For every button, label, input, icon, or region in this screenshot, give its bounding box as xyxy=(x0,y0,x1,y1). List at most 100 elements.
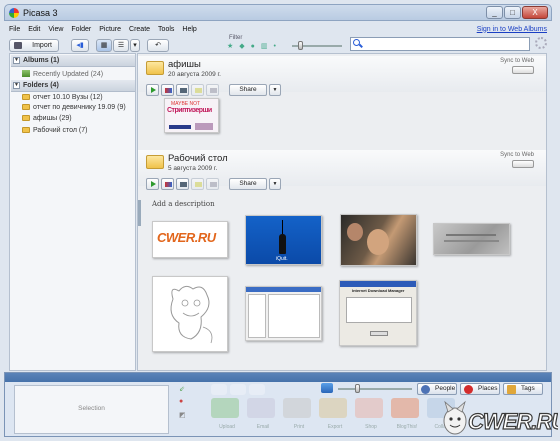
collage-button[interactable] xyxy=(161,178,174,190)
folder-action-bar: Share ▼ xyxy=(146,84,281,96)
grid-view-icon: ▦ xyxy=(100,42,108,49)
film-icon xyxy=(180,182,187,187)
sign-in-link[interactable]: Sign in to Web Albums xyxy=(477,26,547,33)
maximize-button[interactable]: □ xyxy=(504,6,521,19)
poster-image xyxy=(195,123,213,130)
action-labels: Upload Email Print Export Shop BlogThis!… xyxy=(213,424,457,430)
back-button[interactable]: ↶ xyxy=(147,39,169,52)
menu-help[interactable]: Help xyxy=(182,26,196,33)
menu-file[interactable]: File xyxy=(9,26,20,33)
people-filter-icon[interactable]: ● xyxy=(251,43,255,50)
collage-button[interactable] xyxy=(161,84,174,96)
video-filter-icon[interactable]: ◆ xyxy=(239,42,244,50)
menu-folder[interactable]: Folder xyxy=(71,26,91,33)
photo-thumbnail[interactable]: MAYBE NOT Стриптизерши xyxy=(164,98,219,133)
email-button[interactable] xyxy=(247,398,275,418)
play-slideshow-button[interactable] xyxy=(146,178,159,190)
photo-thumbnail[interactable]: CWER.RU xyxy=(152,221,228,258)
save-button[interactable] xyxy=(206,178,219,190)
star-button[interactable] xyxy=(191,178,204,190)
photo-thumbnail[interactable] xyxy=(245,286,322,341)
sidebar-folder-item[interactable]: афишы (29) xyxy=(22,115,72,122)
hold-icon[interactable]: ⇙ xyxy=(179,385,185,393)
clear-selection-icon[interactable]: ● xyxy=(179,398,183,405)
search-box[interactable] xyxy=(350,37,530,51)
collapse-toggle-icon[interactable]: ▼ xyxy=(13,82,20,89)
selection-label: Selection xyxy=(78,405,105,412)
filter-slider-thumb[interactable] xyxy=(297,41,303,50)
sync-to-web-label: Sync to Web xyxy=(500,58,534,64)
window-titlebar-graphic xyxy=(246,287,321,292)
blogthis-label: BlogThis! xyxy=(396,424,418,430)
tag-selection-icon[interactable]: ◩ xyxy=(179,411,186,419)
menu-view[interactable]: View xyxy=(48,26,63,33)
photo-thumbnail[interactable] xyxy=(433,223,510,255)
chevron-down-icon: ▾ xyxy=(133,42,137,49)
menu-tools[interactable]: Tools xyxy=(158,26,174,33)
collapse-toggle-icon[interactable]: ▼ xyxy=(13,57,20,64)
shop-button[interactable] xyxy=(355,398,383,418)
blogthis-button[interactable] xyxy=(391,398,419,418)
sidebar-item-recently-updated[interactable]: Recently Updated (24) xyxy=(22,70,103,78)
sidebar-item-label: Рабочий стол (7) xyxy=(33,127,88,134)
star-button[interactable] xyxy=(191,84,204,96)
movie-button[interactable] xyxy=(176,178,189,190)
collage-icon xyxy=(165,88,172,93)
export-button[interactable] xyxy=(319,398,347,418)
share-button[interactable]: Share xyxy=(229,178,267,190)
view-grid-button[interactable]: ▦ xyxy=(96,39,112,52)
search-input[interactable] xyxy=(365,39,525,49)
paper-text-line xyxy=(444,240,499,242)
star-filter-icon[interactable]: ★ xyxy=(227,42,233,50)
add-description-field[interactable]: Add a description xyxy=(152,200,215,208)
sync-toggle[interactable] xyxy=(512,66,534,74)
dialog-title-text: Internet Download Manager xyxy=(352,288,405,293)
share-button[interactable]: Share xyxy=(229,84,267,96)
rotate-left-button[interactable] xyxy=(230,384,246,395)
close-button[interactable]: X xyxy=(522,6,548,19)
zoom-slider-thumb[interactable] xyxy=(354,384,360,393)
share-dropdown-button[interactable]: ▼ xyxy=(269,84,281,96)
photo-thumbnail[interactable] xyxy=(340,214,417,266)
folder-name[interactable]: Рабочий стол xyxy=(168,153,228,164)
upload-button[interactable] xyxy=(211,398,239,418)
menu-create[interactable]: Create xyxy=(129,26,150,33)
poster-logo-strip xyxy=(169,125,191,129)
menu-edit[interactable]: Edit xyxy=(28,26,40,33)
minimize-button[interactable]: _ xyxy=(486,6,503,19)
movie-button[interactable] xyxy=(176,84,189,96)
folder-date: 20 августа 2009 г. xyxy=(168,71,221,78)
view-dropdown-button[interactable]: ▾ xyxy=(130,39,140,52)
splitter-handle[interactable] xyxy=(138,200,141,226)
albums-header[interactable]: ▼ Albums (1) xyxy=(11,55,135,67)
zoom-slider-track[interactable] xyxy=(338,388,412,390)
sidebar-folder-item[interactable]: отчет по девичнику 19.09 (9) xyxy=(22,104,126,111)
rotate-right-button[interactable] xyxy=(249,384,265,395)
geotag-filter-icon[interactable]: • xyxy=(274,43,276,50)
sidebar-folder-item[interactable]: Рабочий стол (7) xyxy=(22,127,87,134)
people-icon xyxy=(421,385,430,394)
share-dropdown-button[interactable]: ▼ xyxy=(269,178,281,190)
menu-bar: File Edit View Folder Picture Create Too… xyxy=(9,23,547,35)
view-list-button[interactable]: ☰ xyxy=(113,39,129,52)
menu-picture[interactable]: Picture xyxy=(99,26,121,33)
print-button[interactable] xyxy=(283,398,311,418)
folder-name[interactable]: афишы xyxy=(168,59,201,70)
upload-toolbar-button[interactable]: ◂▮ xyxy=(71,39,89,52)
sync-toggle[interactable] xyxy=(512,160,534,168)
photo-thumbnail[interactable]: Internet Download Manager xyxy=(339,280,417,346)
flag-button[interactable] xyxy=(211,384,227,395)
places-label: Places xyxy=(478,385,498,392)
poster-title: Стриптизерши xyxy=(167,107,212,114)
save-button[interactable] xyxy=(206,84,219,96)
people-label: People xyxy=(435,385,456,392)
title-bar: Picasa 3 _ □ X xyxy=(4,4,552,21)
photo-thumbnail[interactable]: iQuit. xyxy=(245,215,322,265)
photo-thumbnail[interactable] xyxy=(152,276,228,352)
watermark-logo: CWER.RU xyxy=(440,394,560,438)
play-slideshow-button[interactable] xyxy=(146,84,159,96)
upload-filter-icon[interactable]: ▥ xyxy=(261,42,268,50)
folders-header[interactable]: ▼ Folders (4) xyxy=(11,80,135,92)
sidebar-folder-item[interactable]: отчет 10.10 Вузы (12) xyxy=(22,94,103,101)
import-button[interactable]: Import xyxy=(9,39,59,52)
